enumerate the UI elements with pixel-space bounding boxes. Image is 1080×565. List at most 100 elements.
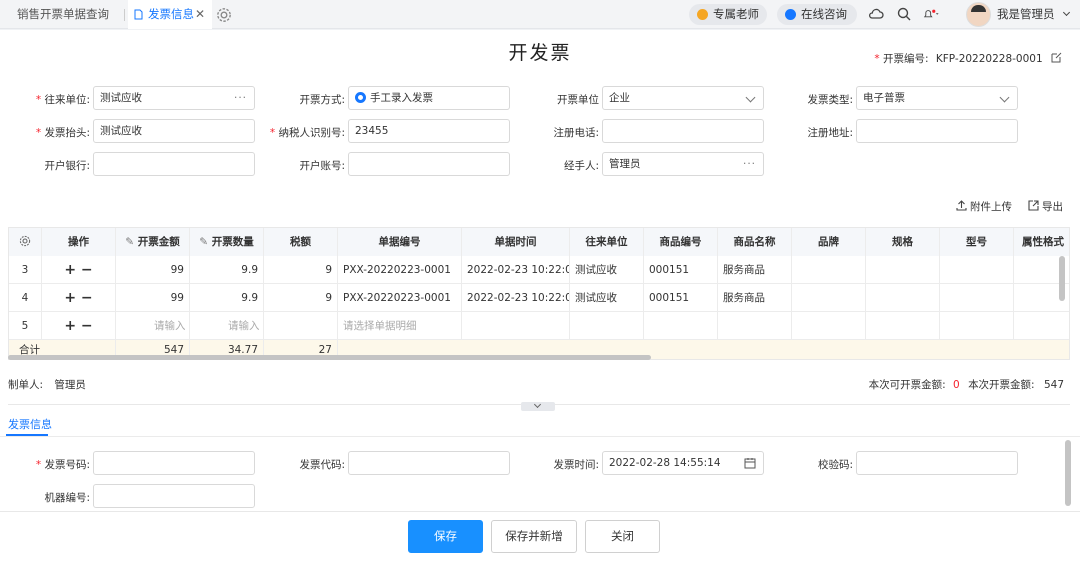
check-code-input[interactable]	[856, 451, 1018, 475]
search-icon[interactable]	[895, 5, 913, 23]
product-code-cell: 000151	[644, 284, 718, 312]
tax-cell: 9	[264, 284, 338, 312]
more-icon[interactable]: ···	[743, 153, 756, 175]
edit-icon[interactable]	[1051, 52, 1062, 63]
head-input[interactable]: 测试应收	[93, 119, 255, 143]
doc-time-cell	[462, 312, 570, 340]
tab-sales-invoice-query[interactable]: 销售开票单据查询	[8, 0, 118, 29]
export-icon	[1028, 200, 1039, 211]
notification-bell-icon[interactable]	[922, 5, 940, 23]
handler-select[interactable]: 管理员 ···	[602, 152, 764, 176]
amount-input[interactable]: 请输入	[116, 312, 190, 340]
amount-cell[interactable]: 99	[116, 284, 190, 312]
calendar-icon[interactable]	[744, 457, 756, 469]
model-cell	[940, 312, 1014, 340]
invoice-number-label: * 发票号码:	[35, 459, 90, 471]
tab-invoice-info[interactable]: 发票信息 ✕	[128, 0, 212, 29]
column-header-amount[interactable]: ✎ 开票金额	[116, 228, 190, 256]
dedicated-teacher-button[interactable]: 专属老师	[689, 4, 767, 25]
export-button[interactable]: 导出	[1028, 199, 1063, 214]
column-header-partner[interactable]: 往来单位	[570, 228, 644, 256]
save-and-new-button[interactable]: 保存并新增	[491, 520, 577, 553]
radio-checked-icon	[355, 92, 366, 103]
avatar[interactable]	[966, 2, 991, 27]
chevron-down-icon	[745, 92, 756, 103]
tab-underline	[0, 436, 1080, 437]
consult-label: 在线咨询	[801, 7, 847, 21]
tab-invoice-details[interactable]: 发票信息	[8, 416, 52, 432]
qty-cell[interactable]: 9.9	[190, 256, 264, 284]
add-remove-row-icon[interactable]: + −	[42, 284, 116, 312]
invoice-time-label: 发票时间:	[553, 459, 599, 471]
online-consult-button[interactable]: 在线咨询	[777, 4, 857, 25]
phone-input[interactable]	[602, 119, 764, 143]
column-header-doc-no[interactable]: 单据编号	[338, 228, 462, 256]
qty-input[interactable]: 请输入	[190, 312, 264, 340]
gear-icon[interactable]	[18, 234, 32, 248]
invoice-code-input[interactable]	[348, 451, 510, 475]
column-header-product-code[interactable]: 商品编号	[644, 228, 718, 256]
column-header-ops[interactable]: 操作	[42, 228, 116, 256]
partner-value: 测试应收	[100, 92, 142, 104]
partner-cell: 测试应收	[570, 284, 644, 312]
column-header-qty[interactable]: ✎ 开票数量	[190, 228, 264, 256]
grid-settings-cell[interactable]	[9, 228, 42, 256]
product-name-cell	[718, 312, 792, 340]
serial-label: 开票编号:	[882, 53, 929, 65]
column-header-spec[interactable]: 规格	[866, 228, 940, 256]
teacher-icon	[697, 9, 708, 20]
grid-horizontal-scrollbar[interactable]	[8, 355, 651, 360]
type-select[interactable]: 电子普票	[856, 86, 1018, 110]
add-remove-row-icon[interactable]: + −	[42, 312, 116, 340]
invoice-number-input[interactable]	[93, 451, 255, 475]
maker-info: 制单人: 管理员	[8, 377, 86, 392]
close-button[interactable]: 关闭	[585, 520, 660, 553]
current-amount-label: 本次开票金额:	[968, 379, 1035, 391]
method-radio[interactable]: 手工录入发票	[348, 86, 510, 110]
grid-vertical-scrollbar[interactable]	[1059, 256, 1065, 301]
method-value: 手工录入发票	[370, 92, 433, 104]
product-name-cell: 服务商品	[718, 256, 792, 284]
doc-select[interactable]: 请选择单据明细	[338, 312, 462, 340]
bank-input[interactable]	[93, 152, 255, 176]
maker-label: 制单人:	[8, 379, 44, 391]
invoice-code-label: 发票代码:	[299, 459, 345, 471]
address-input[interactable]	[856, 119, 1018, 143]
chat-icon	[785, 9, 796, 20]
column-header-tax[interactable]: 税额	[264, 228, 338, 256]
machine-number-label: 机器编号:	[44, 492, 90, 504]
amount-cell[interactable]: 99	[116, 256, 190, 284]
column-header-product-name[interactable]: 商品名称	[718, 228, 792, 256]
row-number: 5	[9, 312, 42, 340]
column-header-model[interactable]: 型号	[940, 228, 1014, 256]
column-header-brand[interactable]: 品牌	[792, 228, 866, 256]
invoice-time-picker[interactable]: 2022-02-28 14:55:14	[602, 451, 764, 475]
tab-divider	[124, 9, 125, 21]
partner-label: * 往来单位:	[35, 94, 90, 106]
upload-attachment-button[interactable]: 附件上传	[956, 199, 1012, 214]
save-button[interactable]: 保存	[408, 520, 483, 553]
phone-label: 注册电话:	[553, 127, 599, 139]
cloud-icon[interactable]	[867, 5, 885, 23]
tab-settings-icon[interactable]	[215, 6, 233, 24]
partner-select[interactable]: 测试应收 ···	[93, 86, 255, 110]
collapse-toggle[interactable]	[521, 400, 555, 411]
account-input[interactable]	[348, 152, 510, 176]
partner-cell	[570, 312, 644, 340]
add-remove-row-icon[interactable]: + −	[42, 256, 116, 284]
qty-cell[interactable]: 9.9	[190, 284, 264, 312]
section-vertical-scrollbar[interactable]	[1065, 440, 1071, 506]
column-header-doc-time[interactable]: 单据时间	[462, 228, 570, 256]
serial-value: KFP-20220228-0001	[935, 53, 1043, 65]
upload-icon	[956, 200, 967, 211]
machine-number-input[interactable]	[93, 484, 255, 508]
more-icon[interactable]: ···	[234, 87, 247, 109]
user-menu[interactable]: 我是管理员	[997, 0, 1071, 29]
close-tab-icon[interactable]: ✕	[195, 0, 205, 29]
doc-time-cell: 2022-02-23 10:22:07	[462, 284, 570, 312]
taxid-input[interactable]: 23455	[348, 119, 510, 143]
column-header-attr[interactable]: 属性格式	[1014, 228, 1069, 256]
doc-no-cell: PXX-20220223-0001	[338, 256, 462, 284]
unit-select[interactable]: 企业	[602, 86, 764, 110]
taxid-value: 23455	[355, 125, 389, 137]
